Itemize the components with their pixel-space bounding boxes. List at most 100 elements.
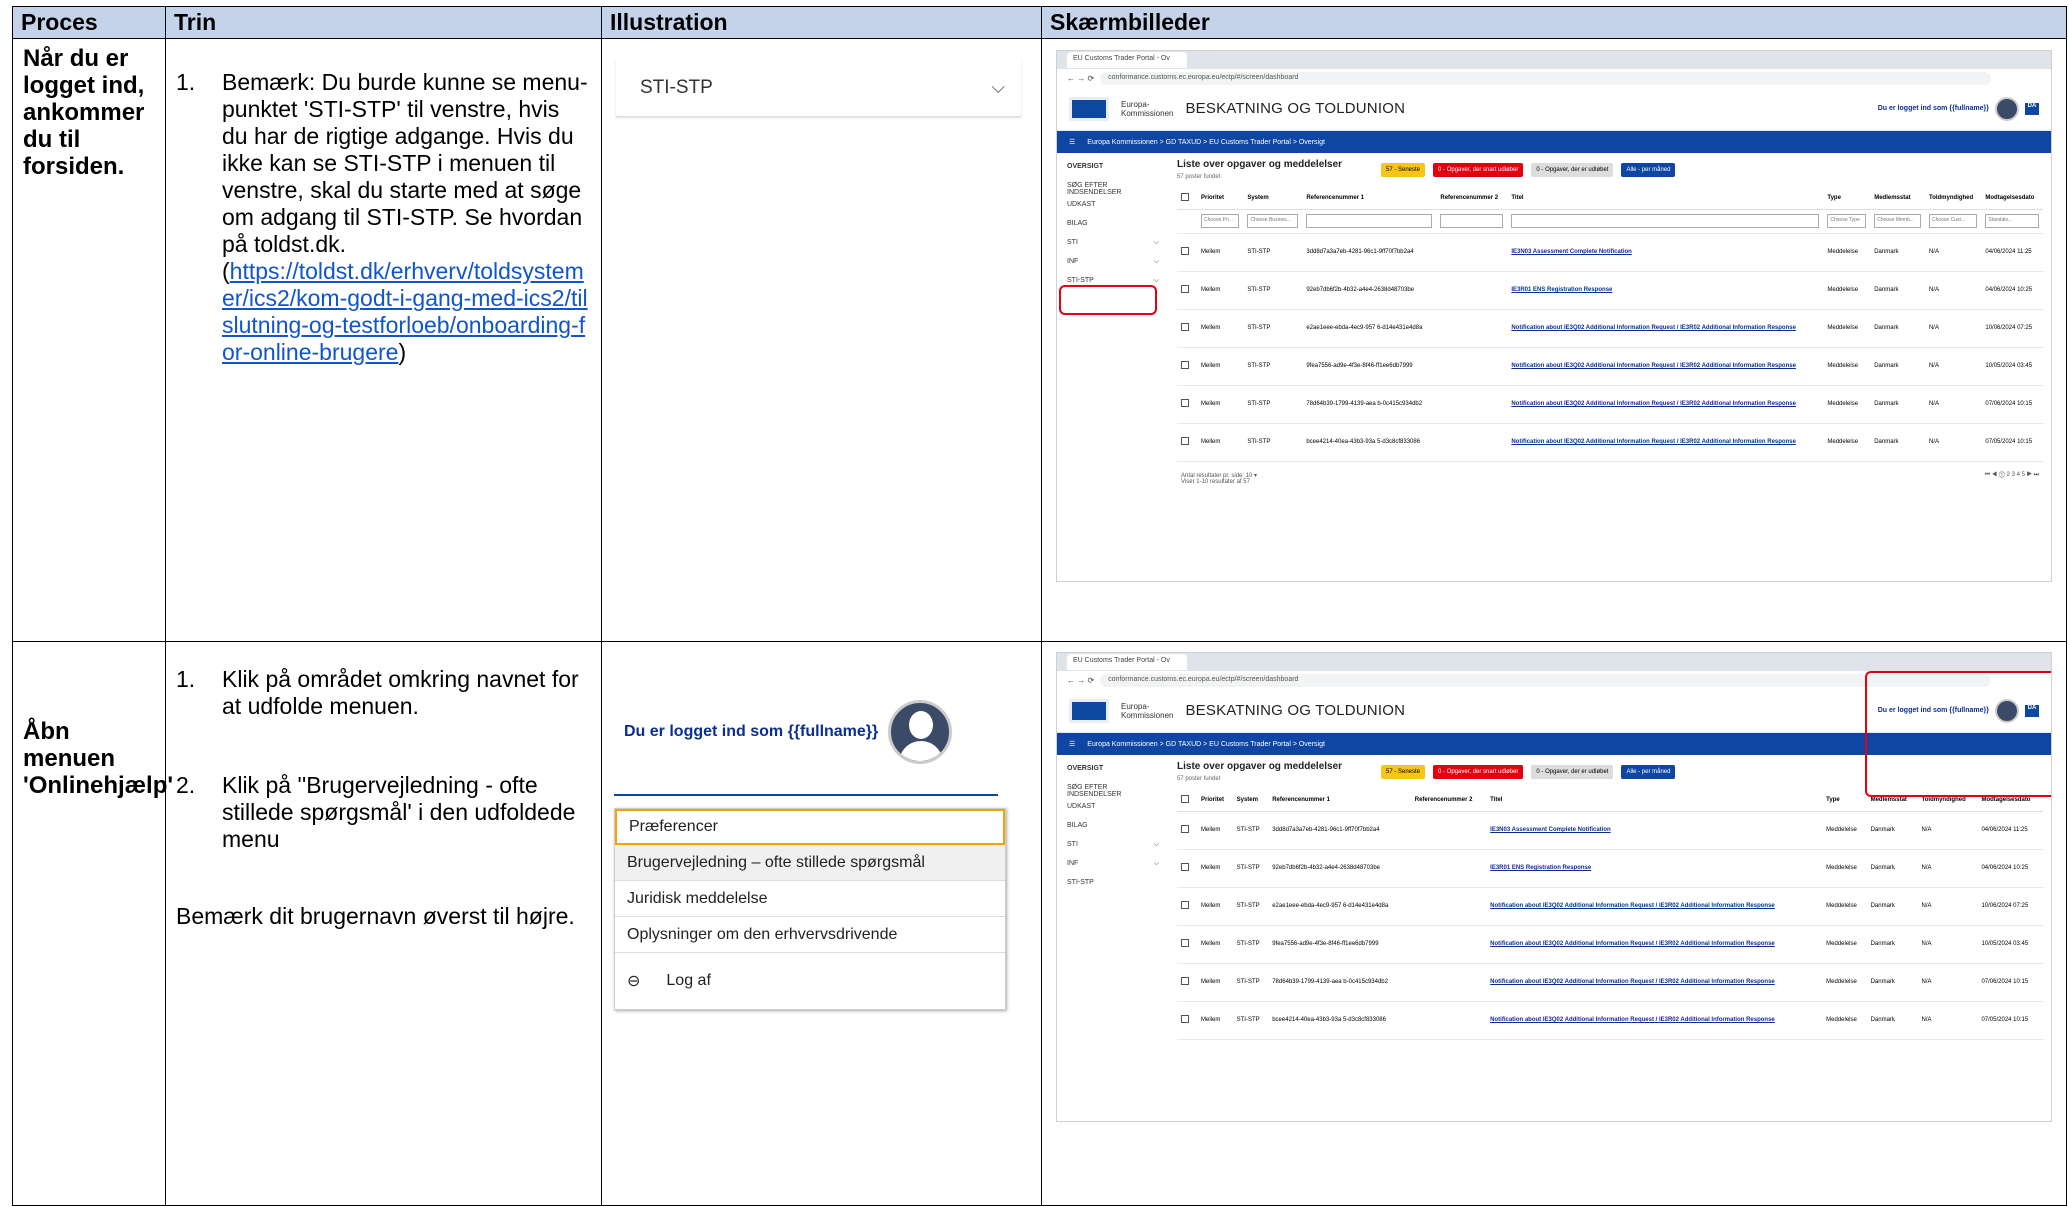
back-icon: ← → ⟳ [1067,675,1095,685]
row1-step: 1. Bemærk: Du burde kunne se menu-punkte… [176,69,591,366]
avatar [1995,96,2019,121]
sidebar-label: BILAG [1067,822,1088,829]
list-count: 57 poster fundet [1177,174,1221,180]
results-info: Antal resultater pr. side: 10 ▾ Viser 1-… [1181,472,1258,485]
checkbox [1181,437,1189,445]
step-number: 2. [176,772,196,798]
logout-icon: ⊖ [627,973,641,990]
checkbox [1181,323,1189,331]
table-cell[interactable]: Notification about IE3Q02 Additional Inf… [1507,385,1824,424]
step-text: Klik på området omkring navnet for at ud… [222,666,579,719]
table-cell[interactable]: Notification about IE3Q02 Additional Inf… [1507,423,1824,462]
dashboard-screenshot-2: EU Customs Trader Portal - Ov ← → ⟳ confo… [1056,652,2052,1122]
col-header: Referencenummer 1 [1302,187,1437,210]
table-cell [1410,849,1487,888]
table-cell[interactable]: Notification about IE3Q02 Additional Inf… [1486,963,1823,1002]
table-cell: N/A [1917,811,1978,850]
row1-trin: 1. Bemærk: Du burde kunne se menu-punkte… [165,38,602,642]
table-cell: Mellem [1197,963,1233,1002]
table-cell: Meddelelse [1823,423,1871,462]
table-cell: STI-STP [1243,385,1303,424]
login-area[interactable]: Du er logget ind som {{fullname}} [624,700,953,764]
menu-item-oplysninger[interactable]: Oplysninger om den erhvervsdrivende [615,917,1005,953]
table-cell: Meddelelse [1823,271,1871,310]
sidebar-item-sti: STI ⌵ [1057,837,1169,856]
pagination: ⏮ ◀ ① 2 3 4 5 ▶ ⏭ [1984,471,2039,478]
step-number: 1. [176,69,196,95]
table-cell[interactable]: Notification about IE3Q02 Additional Inf… [1486,1001,1823,1040]
table-cell: Mellem [1197,347,1244,386]
ec-label: Europa- Kommissionen [1121,701,1174,720]
table-cell: N/A [1924,309,1982,348]
table-cell [1410,925,1487,964]
table-row: Mellem STI-STP 9fea7556-ad9e-4f3e-8f46-ff1… [1177,925,2043,964]
table-cell: e2ae1eee-ebda-4ec9-957 6-d14e431e4d8a [1302,309,1437,348]
table-cell[interactable]: Notification about IE3Q02 Additional Inf… [1507,309,1824,348]
breadcrumb: Europa Kommissionen > GD TAXUD > EU Cust… [1087,740,1325,748]
row1-proces: Når du er logget ind, ankommer du til fo… [12,38,166,642]
list-count: 57 poster fundet [1177,776,1221,782]
filter-box: Choose Cust... [1928,214,1978,228]
step-text: Klik på ''Brugervejledning - ofte stille… [222,772,576,852]
menu-item-juridisk[interactable]: Juridisk meddelelse [615,881,1005,917]
table-cell: e2ae1eee-ebda-4ec9-957 6-d14e431e4d8a [1268,887,1411,926]
table-row: Mellem STI-STP 3dd8d7a3a7eb-4281-96c1-9ff7… [1177,811,2043,850]
task-list: Liste over opgaver og meddelelser 57 post… [1169,755,2051,1046]
table-cell: 10/06/2024 07:25 [1977,887,2043,926]
task-grid: Prioritet System Referencenummer 1 Refer… [1177,187,2043,462]
table-row: Mellem STI-STP 78d64b39-1799-4139-aea b-0c… [1177,963,2043,1002]
sidebar-item-bilag: BILAG [1057,216,1169,235]
table-cell: Danmark [1866,1001,1918,1040]
table-cell[interactable]: Notification about IE3Q02 Additional Inf… [1486,887,1823,926]
table-cell [1436,423,1508,462]
table-cell: 04/06/2024 11:25 [1981,233,2043,272]
table-cell: STI-STP [1232,811,1269,850]
menu-item-brugervejledning[interactable]: Brugervejledning – ofte stillede spørgsm… [615,845,1005,881]
ec-label: Europa- Kommissionen [1121,99,1174,118]
filter-box [1306,214,1433,228]
step-number: 1. [176,666,196,692]
paren-close: ) [398,339,407,365]
table-cell: N/A [1924,347,1982,386]
checkbox [1181,794,1189,803]
step-text: Bemærk: Du burde kunne se menu-punktet '… [222,69,591,366]
checkbox [1181,399,1189,407]
menu-item-logout[interactable]: ⊖ Log af [615,953,1005,1009]
filter-pill: 0 - Opgaver, der er udløbet [1531,163,1614,177]
table-cell: N/A [1924,233,1982,272]
checkbox [1181,192,1189,201]
sidebar-label: UDKAST [1067,201,1096,208]
filter-pill: 0 - Opgaver, der er udløbet [1531,765,1614,779]
filter-box: Choose Pri... [1201,214,1240,228]
table-cell[interactable]: IE3R01 ENS Registration Response [1486,849,1823,888]
table-cell[interactable]: IE3N03 Assessment Complete Notification [1486,811,1823,850]
filter-pill: 0 - Opgaver, der snart udløber [1433,765,1524,779]
table-cell: bcee4214-40ea-43b3-93a 5-d3c8cf833086 [1268,1001,1411,1040]
table-cell[interactable]: IE3R01 ENS Registration Response [1507,271,1824,310]
row2-proces: Åbn menuen 'Onlinehjælp' [12,641,173,1206]
step-body: Bemærk: Du burde kunne se menu-punktet '… [222,69,588,257]
table-cell: 07/06/2024 10:15 [1977,963,2043,1002]
table-cell: Danmark [1866,849,1918,888]
table-cell[interactable]: Notification about IE3Q02 Additional Inf… [1507,347,1824,386]
table-cell[interactable]: Notification about IE3Q02 Additional Inf… [1486,925,1823,964]
table-cell: Danmark [1866,925,1918,964]
table-cell: Mellem [1197,309,1244,348]
col-header: Type [1823,187,1871,210]
table-cell: Meddelelse [1822,849,1867,888]
sidebar-item-sti: STI ⌵ [1057,235,1169,254]
login-name: Du er logget ind som {{fullname}} [624,723,879,740]
table-cell[interactable]: IE3N03 Assessment Complete Notification [1507,233,1824,272]
col-header: System [1243,187,1303,210]
sidebar-label: STI [1067,239,1078,246]
chevron-down-icon: ⌵ [1153,841,1159,848]
row2-screenshot: EU Customs Trader Portal - Ov ← → ⟳ confo… [1041,641,2067,1206]
col-header: Type [1822,789,1867,812]
table-cell: N/A [1917,925,1978,964]
sidebar-item-udkast: UDKAST [1057,799,1169,818]
menu-item-praeferencer[interactable]: Præferencer [615,809,1005,845]
sti-stp-menu-item[interactable]: STI-STP ⌵ [616,59,1021,117]
table-row: Mellem STI-STP bcee4214-40ea-43b3-93a 5-d3… [1177,423,2043,462]
table-cell: Mellem [1197,423,1244,462]
sidebar-item-sog: SØG EFTER INDSENDELSER [1057,178,1169,197]
